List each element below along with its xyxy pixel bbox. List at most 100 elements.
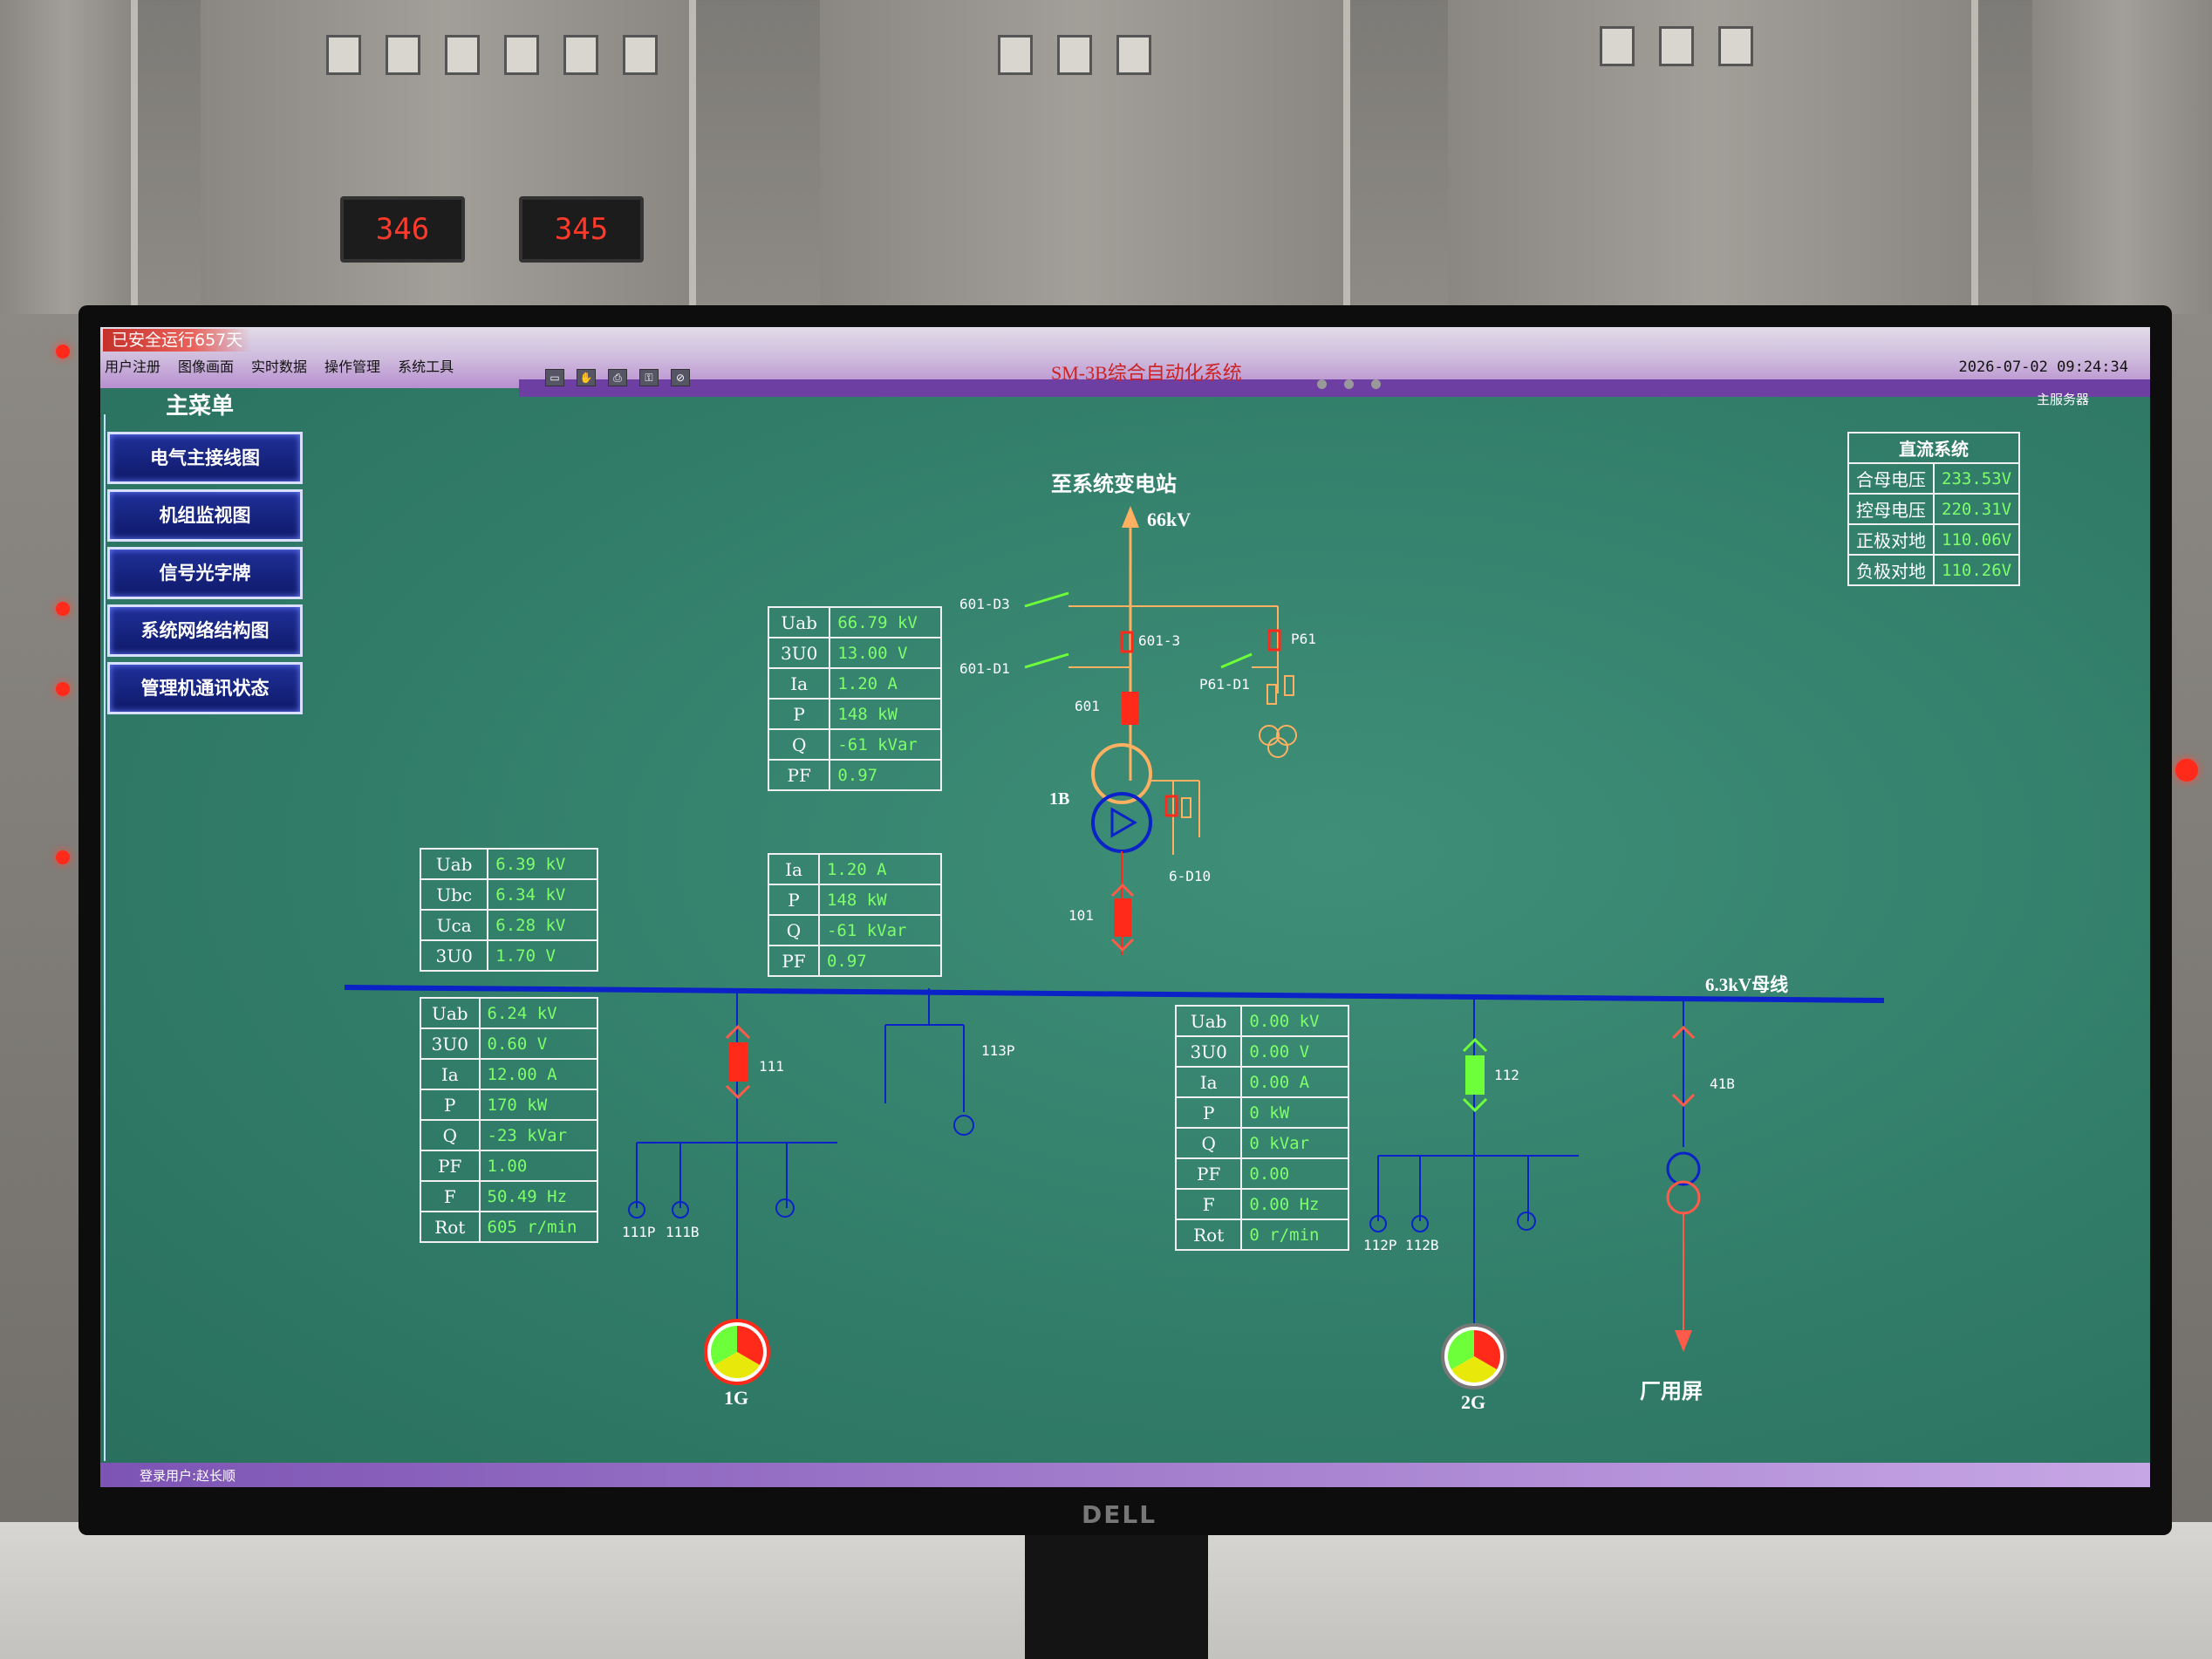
dc-key: 正极对地: [1847, 523, 1935, 556]
measure-value: 148 kW: [829, 698, 942, 730]
measure-value: 0.60 V: [478, 1027, 599, 1060]
bus-voltage-table: Uab 6.39 kV Ubc 6.34 kV Uca 6.28 kV 3U0 1.70 V: [419, 848, 598, 972]
label-aux-panel: 厂用屏: [1640, 1381, 1703, 1403]
indicator-led: [56, 345, 70, 358]
measure-value: 0.00 Hz: [1240, 1188, 1349, 1220]
measure-row: F 0.00 Hz: [1174, 1188, 1349, 1220]
transformer-41b-lv: [1666, 1180, 1701, 1215]
measure-value: -61 kVar: [817, 914, 943, 946]
measure-key: Ia: [1174, 1066, 1243, 1098]
measure-key: Ia: [767, 667, 831, 700]
measure-row: Uca 6.28 kV: [419, 909, 598, 941]
measure-value: -23 kVar: [478, 1119, 599, 1151]
ground-switch-601-d3: [1024, 591, 1069, 608]
indicator-led: [56, 682, 70, 696]
monitor-brand-logo: DELL: [1082, 1500, 1157, 1529]
measure-key: Uab: [419, 848, 489, 880]
pt-1g: [775, 1198, 795, 1218]
measure-row: Rot 605 r/min: [420, 1211, 599, 1243]
dc-value: 220.31V: [1932, 493, 2021, 525]
measure-key: 3U0: [1174, 1035, 1243, 1068]
measure-key: 3U0: [767, 637, 831, 669]
measure-value: 6.28 kV: [487, 909, 598, 941]
background-cabinet-right: [2032, 0, 2212, 314]
measure-row: Q0 kVar: [1174, 1127, 1349, 1159]
label-112b: 112B: [1405, 1237, 1439, 1253]
indicator-led: [56, 850, 70, 864]
measure-key: P: [420, 1089, 481, 1121]
background-panel-meter: 346: [340, 196, 465, 263]
dc-key: 合母电压: [1847, 462, 1935, 495]
breaker-601: [1122, 692, 1139, 725]
gen2-table: Uab 0.00 kV 3U0 0.00 V Ia 0.00 AP0 kW Q 0 kVar P…: [1174, 1005, 1349, 1251]
measure-key: PF: [420, 1150, 481, 1182]
pt-2g: [1517, 1212, 1536, 1231]
measure-value: 170 kW: [478, 1089, 599, 1121]
measure-value: 6.34 kV: [487, 878, 598, 911]
measure-row: P 148 kW: [767, 698, 942, 730]
voltage-66kv-label: 66kV: [1147, 509, 1191, 530]
measure-key: Ia: [768, 853, 820, 885]
dc-value: 233.53V: [1932, 462, 2021, 495]
label-112p: 112P: [1363, 1237, 1397, 1253]
fuse-neutral: [1181, 797, 1191, 818]
dc-key: 负极对地: [1847, 554, 1935, 586]
single-line-diagram: [344, 506, 1885, 1389]
measure-key: 3U0: [419, 939, 489, 972]
measure-row: Ia 1.20 A: [767, 667, 942, 700]
status-bar: 登录用户:赵长顺: [100, 1463, 2150, 1487]
measure-key: PF: [767, 759, 831, 791]
measure-row: 3U0 0.00 V: [1174, 1035, 1349, 1068]
label-41b: 41B: [1710, 1075, 1735, 1092]
measure-value: 0.00 V: [1240, 1035, 1349, 1068]
measure-key: Ubc: [419, 878, 489, 911]
measure-key: Q: [1174, 1127, 1243, 1159]
measure-key: Q: [767, 728, 831, 761]
label-601-d3: 601-D3: [959, 596, 1010, 612]
label-113p: 113P: [981, 1042, 1015, 1059]
scada-screen: 已安全运行657天 用户注册 图像画面 实时数据 操作管理 系统工具 ▭ ✋ ⎙…: [100, 327, 2150, 1487]
measure-value: 12.00 A: [478, 1058, 599, 1090]
dc-system-title: 直流系统: [1847, 432, 2021, 464]
measure-value: 0 kW: [1240, 1096, 1349, 1129]
measure-row: P 170 kW: [420, 1089, 599, 1121]
incoming-arrow: [1122, 506, 1139, 528]
dc-key: 控母电压: [1847, 493, 1935, 525]
measure-value: -61 kVar: [829, 728, 942, 761]
measure-row: Ia 1.20 A: [768, 853, 943, 885]
breaker-112: [1465, 1055, 1485, 1095]
measure-key: Q: [768, 914, 820, 946]
label-601-d1: 601-D1: [959, 660, 1010, 677]
measure-key: Uca: [419, 909, 489, 941]
background-panel-meter: 345: [519, 196, 644, 263]
measure-value: 13.00 V: [829, 637, 942, 669]
label-112: 112: [1494, 1067, 1519, 1083]
measure-key: Rot: [1174, 1219, 1243, 1251]
measure-row: P 148 kW: [768, 884, 943, 916]
measure-key: PF: [768, 945, 820, 977]
tx-low-side-table: Ia 1.20 A P 148 kW Q -61 kVar PF 0.97: [768, 853, 943, 977]
measure-row: Ia 12.00 A: [420, 1058, 599, 1090]
measure-key: Uab: [767, 606, 831, 638]
label-111: 111: [759, 1058, 784, 1075]
ground-switch-601-d1: [1024, 652, 1069, 669]
measure-value: 148 kW: [817, 884, 943, 916]
measure-row: Q -61 kVar: [768, 914, 943, 946]
measure-value: 0.97: [829, 759, 942, 791]
measure-key: F: [1174, 1188, 1243, 1220]
measure-key: Q: [420, 1119, 481, 1151]
label-p61: P61: [1291, 631, 1316, 647]
measure-value: 6.24 kV: [478, 997, 599, 1029]
indicator-led: [56, 602, 70, 616]
measure-key: P: [767, 698, 831, 730]
measure-value: 0.00: [1240, 1157, 1349, 1190]
measure-key: 3U0: [420, 1027, 481, 1060]
measure-value: 1.20 A: [829, 667, 942, 700]
label-111b: 111B: [666, 1224, 700, 1240]
measure-row: Rot 0 r/min: [1174, 1219, 1349, 1251]
measure-value: 0.00 kV: [1240, 1005, 1349, 1037]
measure-value: 1.70 V: [487, 939, 598, 972]
background-switch-row: [314, 35, 670, 79]
fuse-p61: [1266, 684, 1277, 705]
measure-row: PF 1.00: [420, 1150, 599, 1182]
